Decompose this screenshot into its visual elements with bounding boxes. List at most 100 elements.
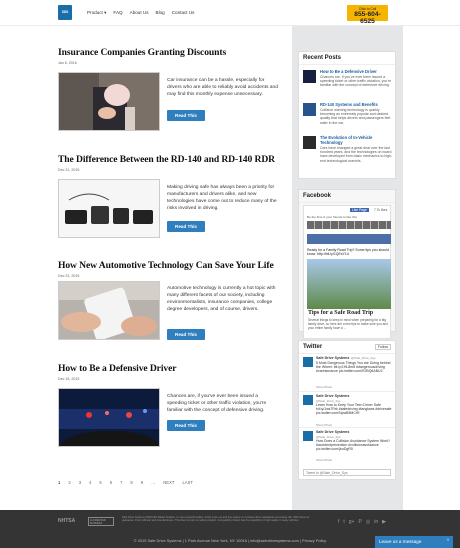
blog-post: The Difference Between the RD-140 and RD… — [58, 154, 278, 238]
site-logo[interactable]: SDS — [58, 5, 72, 20]
post-excerpt: Chances are, if you've ever been issued … — [167, 394, 267, 413]
twitter-widget: Twitter Follow Safe Drive Systems @Safe_… — [298, 340, 396, 480]
twitter-follow-button[interactable]: Follow — [374, 344, 391, 350]
post-title[interactable]: Insurance Companies Granting Discounts — [58, 47, 278, 58]
post-title[interactable]: How to Be a Defensive Driver — [58, 363, 278, 374]
post-title[interactable]: How New Automotive Technology Can Save Y… — [58, 260, 278, 271]
tweet-show-photo[interactable]: Show Photo — [316, 423, 332, 427]
nav-item-faq[interactable]: FAQ — [113, 10, 122, 16]
nav-item-about[interactable]: About Us — [130, 10, 149, 16]
recent-posts-widget: Recent Posts How to Be a Defensive Drive… — [298, 51, 396, 179]
read-this-button[interactable]: Read This — [167, 420, 205, 431]
fb-like-button[interactable]: Like Page — [350, 208, 369, 212]
chevron-up-icon: ^ — [446, 538, 449, 543]
fb-post-caption[interactable]: Tips for a Safe Road Trip — [308, 310, 373, 316]
pagination: 1 2 3 4 5 6 7 8 9 … NEXT LAST — [58, 480, 193, 485]
leave-message-button[interactable]: Leave us a message ^ — [375, 536, 453, 548]
page-link[interactable]: 4 — [89, 480, 91, 485]
fb-page-avatar — [307, 234, 391, 244]
phone-number: 855-604-6525 — [354, 10, 381, 25]
tweet-author: Safe Drive Systems — [316, 430, 350, 434]
bbb-badge[interactable]: ACCREDITED BUSINESS — [88, 517, 114, 526]
tweet-avatar — [303, 431, 313, 441]
read-this-button[interactable]: Read This — [167, 221, 205, 232]
post-title[interactable]: The Difference Between the RD-140 and RD… — [58, 154, 278, 165]
recent-post-thumbnail[interactable] — [303, 70, 316, 83]
page-link[interactable]: 2 — [68, 480, 70, 485]
tweet-avatar — [303, 357, 313, 367]
recent-post-title[interactable]: The Evolution of In-Vehicle Technology — [320, 135, 394, 145]
post-thumbnail-night-road[interactable] — [58, 388, 160, 447]
tweet-compose-input[interactable] — [303, 469, 391, 476]
read-this-button[interactable]: Read This — [167, 110, 205, 121]
tweet[interactable]: Safe Drive Systems @Safe_Drive_Sys 5 Mos… — [299, 354, 395, 392]
post-date: Dec 16, 2015 — [58, 377, 80, 381]
recent-post-item[interactable]: How to Be a Defensive Driver Chances are… — [299, 67, 395, 100]
page-link[interactable]: 5 — [99, 480, 101, 485]
recent-post-thumbnail[interactable] — [303, 103, 316, 116]
post-date: Dec 23, 2015 — [58, 274, 80, 278]
main-area: Insurance Companies Granting Discounts J… — [0, 26, 460, 510]
post-thumbnail-piggy-bank[interactable] — [58, 72, 160, 131]
last-page-link[interactable]: LAST — [182, 480, 192, 485]
nav-item-product[interactable]: Product ▾ — [87, 10, 106, 16]
tweet-text: How Does a Collision Avoidance System Wo… — [316, 439, 390, 452]
fb-friends-text: Be the first of your friends to like thi… — [307, 215, 357, 219]
tweet[interactable]: Safe Drive Systems @Safe_Drive_Sys How D… — [299, 428, 395, 466]
recent-post-title[interactable]: How to Be a Defensive Driver — [320, 69, 394, 74]
recent-post-item[interactable]: The Evolution of In-Vehicle Technology C… — [299, 133, 395, 166]
recent-post-thumbnail[interactable] — [303, 136, 316, 149]
youtube-icon[interactable]: ▶ — [382, 519, 386, 525]
pinterest-icon[interactable]: P — [358, 519, 361, 525]
site-header: SDS Product ▾ FAQ About Us Blog Contact … — [0, 0, 460, 26]
tweet-text: Learn How to Keep Your Teen Driver Safe … — [316, 403, 392, 416]
click-to-call-button[interactable]: Click to Call 855-604-6525 — [347, 5, 388, 25]
page-link[interactable]: 8 — [130, 480, 132, 485]
footer-disclaimer: Safe Drive Systems (SDS) RD-Radar Soluti… — [122, 516, 310, 523]
page-ellipsis: … — [151, 480, 156, 485]
page-link-current[interactable]: 1 — [58, 480, 60, 485]
blog-post: How to Be a Defensive Driver Dec 16, 201… — [58, 363, 278, 447]
fb-like-count: 7.7k likes — [374, 208, 388, 212]
blog-post: How New Automotive Technology Can Save Y… — [58, 260, 278, 340]
recent-post-desc: Chances are, if you've ever been issued … — [320, 75, 392, 88]
tweet-show-photo[interactable]: Show Photo — [316, 458, 332, 462]
post-excerpt: Making driving safe has always been a pr… — [167, 185, 277, 211]
twitter-icon[interactable]: t — [343, 519, 344, 525]
fb-post-caption-text: Several things to keep in mind when prep… — [308, 318, 388, 330]
nav-item-contact[interactable]: Contact Us — [172, 10, 195, 16]
fb-post-text: Ready for a Family Road Trip? Some tips … — [307, 248, 389, 257]
main-nav: Product ▾ FAQ About Us Blog Contact Us — [87, 10, 194, 16]
google-plus-icon[interactable]: g+ — [349, 519, 355, 525]
next-page-link[interactable]: NEXT — [163, 480, 174, 485]
tweet-text: 5 Most Dangerous Things You are Doing be… — [316, 361, 391, 374]
page-link[interactable]: 6 — [110, 480, 112, 485]
instagram-icon[interactable]: ◎ — [366, 519, 370, 525]
post-date: Jan 6, 2016 — [58, 61, 77, 65]
read-this-button[interactable]: Read This — [167, 329, 205, 340]
post-thumbnail-devices[interactable] — [58, 179, 160, 238]
recent-post-item[interactable]: RD-140 Systems and Benefits Collision wa… — [299, 100, 395, 133]
post-thumbnail-phone[interactable] — [58, 281, 160, 340]
tweet-show-photo[interactable]: Show Photo — [316, 385, 332, 389]
facebook-icon[interactable]: f — [338, 519, 339, 525]
recent-post-desc: Cars have changed a great deal over the … — [320, 146, 393, 163]
linkedin-icon[interactable]: in — [374, 519, 378, 525]
nav-item-blog[interactable]: Blog — [156, 10, 165, 16]
facebook-widget: Facebook Like Page 7.7k likes Be the fir… — [298, 189, 396, 339]
tweet-avatar — [303, 395, 313, 405]
fb-post-image[interactable] — [307, 259, 391, 309]
page-link[interactable]: 7 — [120, 480, 122, 485]
page-link[interactable]: 9 — [141, 480, 143, 485]
recent-post-title[interactable]: RD-140 Systems and Benefits — [320, 102, 394, 107]
recent-post-desc: Collision warning technology is quickly … — [320, 108, 391, 125]
chat-label: Leave us a message — [379, 539, 422, 544]
widget-title: Facebook — [299, 190, 395, 203]
tweet-author: Safe Drive Systems — [316, 394, 350, 398]
blog-post: Insurance Companies Granting Discounts J… — [58, 47, 278, 131]
tweet-handle: @Safe_Drive_Sys — [351, 356, 376, 360]
social-links: f t g+ P ◎ in ▶ — [338, 519, 386, 525]
facebook-embed[interactable]: Like Page 7.7k likes Be the first of you… — [303, 205, 391, 339]
page-link[interactable]: 3 — [79, 480, 81, 485]
tweet[interactable]: Safe Drive Systems @Safe_Drive_Sys Learn… — [299, 392, 395, 428]
